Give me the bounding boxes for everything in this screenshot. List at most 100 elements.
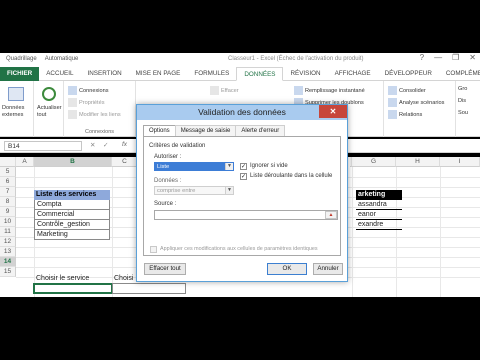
tab-error-alert[interactable]: Alerte d'erreur (235, 125, 286, 136)
collapse-range-icon[interactable]: ▲ (325, 211, 337, 219)
function-icon[interactable]: fx (122, 141, 127, 148)
ribbon-group-connections: Connexions Propriétés Modifier les liens… (64, 81, 136, 137)
ribbon-group-outline: Gro Dis Sou (456, 81, 480, 137)
gridline (396, 167, 397, 297)
tab-fichier[interactable]: FICHIER (0, 67, 40, 81)
row-header-15[interactable]: 15 (0, 267, 16, 277)
help-icon[interactable]: ? (420, 53, 424, 62)
column-header-a[interactable]: A (16, 157, 34, 167)
enter-formula-icon[interactable]: ✓ (103, 141, 108, 149)
in-cell-dropdown-checkbox[interactable]: ✓ (240, 173, 247, 180)
ignore-blank-checkbox[interactable]: ✓ (240, 163, 247, 170)
criteria-label: Critères de validation (149, 143, 206, 149)
ribbon-tabs: FICHIER ACCUEIL INSERTION MISE EN PAGE F… (0, 67, 480, 81)
edit-links-button[interactable]: Modifier les liens (68, 110, 121, 119)
row-header-5[interactable]: 5 (0, 167, 16, 177)
tab-accueil[interactable]: ACCUEIL (39, 67, 80, 81)
marketing-name-cell[interactable]: exandre (356, 220, 402, 230)
cell-c14[interactable] (112, 283, 186, 294)
restore-icon[interactable]: ❐ (452, 53, 459, 62)
video-frame: Quadrillage Automatique Classeur1 - Exce… (0, 0, 480, 360)
window-controls: ? — ❐ ✕ (420, 53, 476, 62)
service-cell-commercial[interactable]: Commercial (34, 210, 110, 220)
tab-input-message[interactable]: Message de saisie (174, 125, 237, 136)
data-label: Données : (154, 178, 182, 184)
tab-revision[interactable]: RÉVISION (283, 67, 327, 81)
ribbon-group-external-data: Données externes (0, 81, 34, 137)
ignore-blank-label: Ignorer si vide (250, 163, 288, 169)
service-cell-compta[interactable]: Compta (34, 200, 110, 210)
ungroup-button[interactable]: Dis (458, 98, 466, 104)
chevron-down-icon: ▼ (225, 163, 233, 170)
ok-button[interactable]: OK (267, 263, 307, 275)
column-header-g[interactable]: G (352, 157, 396, 167)
ribbon-group-analysis: Consolider Analyse scénarios Relations (384, 81, 456, 137)
service-cell-controle[interactable]: Contrôle_gestion (34, 220, 110, 230)
subtotal-button[interactable]: Sou (458, 110, 468, 116)
qat-item-automatique[interactable]: Automatique (45, 56, 79, 62)
services-header[interactable]: Liste des services (34, 190, 110, 200)
chevron-down-icon: ▼ (225, 187, 233, 194)
clear-all-button[interactable]: Effacer tout (144, 263, 186, 275)
close-window-icon[interactable]: ✕ (469, 53, 476, 62)
cancel-formula-icon[interactable]: ✕ (90, 141, 95, 149)
tab-formules[interactable]: FORMULES (187, 67, 236, 81)
name-box[interactable]: B14 (4, 141, 82, 151)
what-if-icon (388, 98, 397, 107)
column-header-c[interactable]: C (112, 157, 138, 167)
consolidate-icon (388, 86, 397, 95)
row-header-14[interactable]: 14 (0, 257, 16, 267)
relationships-icon (388, 110, 397, 119)
source-input[interactable] (154, 210, 338, 220)
row-header-10[interactable]: 10 (0, 217, 16, 227)
connections-button[interactable]: Connexions (68, 86, 109, 95)
column-header-i[interactable]: I (440, 157, 480, 167)
marketing-name-cell[interactable]: assandra (356, 200, 402, 210)
dialog-close-button[interactable]: ✕ (319, 105, 347, 118)
minimize-icon[interactable]: — (434, 53, 442, 62)
marketing-name-cell[interactable]: eanor (356, 210, 402, 220)
tab-developpeur[interactable]: DÉVELOPPEUR (378, 67, 439, 81)
relationships-button[interactable]: Relations (388, 110, 422, 119)
tab-affichage[interactable]: AFFICHAGE (328, 67, 378, 81)
allow-select[interactable]: Liste ▼ (154, 162, 234, 171)
row-header-8[interactable]: 8 (0, 197, 16, 207)
row-header-6[interactable]: 6 (0, 177, 16, 187)
service-cell-marketing[interactable]: Marketing (34, 230, 110, 240)
marketing-header[interactable]: arketing (356, 190, 402, 200)
tab-complements[interactable]: COMPLÉMENTS (439, 67, 480, 81)
row-header-7[interactable]: 7 (0, 187, 16, 197)
allow-value: Liste (157, 164, 170, 170)
edit-links-icon (68, 110, 77, 119)
clear-filter-button[interactable]: Effacer (210, 86, 239, 95)
tab-insertion[interactable]: INSERTION (81, 67, 129, 81)
data-select[interactable]: comprise entre ▼ (154, 186, 234, 195)
column-header-b[interactable]: B (34, 157, 112, 167)
column-header-h[interactable]: H (396, 157, 440, 167)
clear-filter-icon (210, 86, 219, 95)
row-header-9[interactable]: 9 (0, 207, 16, 217)
row-header-12[interactable]: 12 (0, 237, 16, 247)
qat-item-quadrillage[interactable]: Quadrillage (6, 56, 37, 62)
connections-group-label: Connexions (84, 129, 115, 135)
quick-access-toolbar: Quadrillage Automatique (6, 56, 78, 62)
select-all-corner[interactable] (0, 157, 16, 167)
database-icon (8, 87, 24, 101)
group-button[interactable]: Gro (458, 86, 467, 92)
tab-mise-en-page[interactable]: MISE EN PAGE (129, 67, 188, 81)
properties-icon (68, 98, 77, 107)
properties-button[interactable]: Propriétés (68, 98, 105, 107)
tab-donnees[interactable]: DONNÉES (236, 67, 284, 81)
apply-all-checkbox[interactable] (150, 246, 157, 253)
row-header-13[interactable]: 13 (0, 247, 16, 257)
selected-cell-b14[interactable] (33, 283, 113, 294)
row-header-11[interactable]: 11 (0, 227, 16, 237)
consolidate-button[interactable]: Consolider (388, 86, 426, 95)
external-data-button[interactable]: Données externes (2, 105, 34, 119)
what-if-button[interactable]: Analyse scénarios (388, 98, 444, 107)
flash-fill-button[interactable]: Remplissage instantané (294, 86, 365, 95)
source-label: Source : (154, 201, 177, 207)
refresh-all-button[interactable]: Actualiser tout (37, 105, 63, 119)
cancel-button[interactable]: Annuler (313, 263, 343, 275)
dialog-title: Validation des données (137, 105, 347, 120)
